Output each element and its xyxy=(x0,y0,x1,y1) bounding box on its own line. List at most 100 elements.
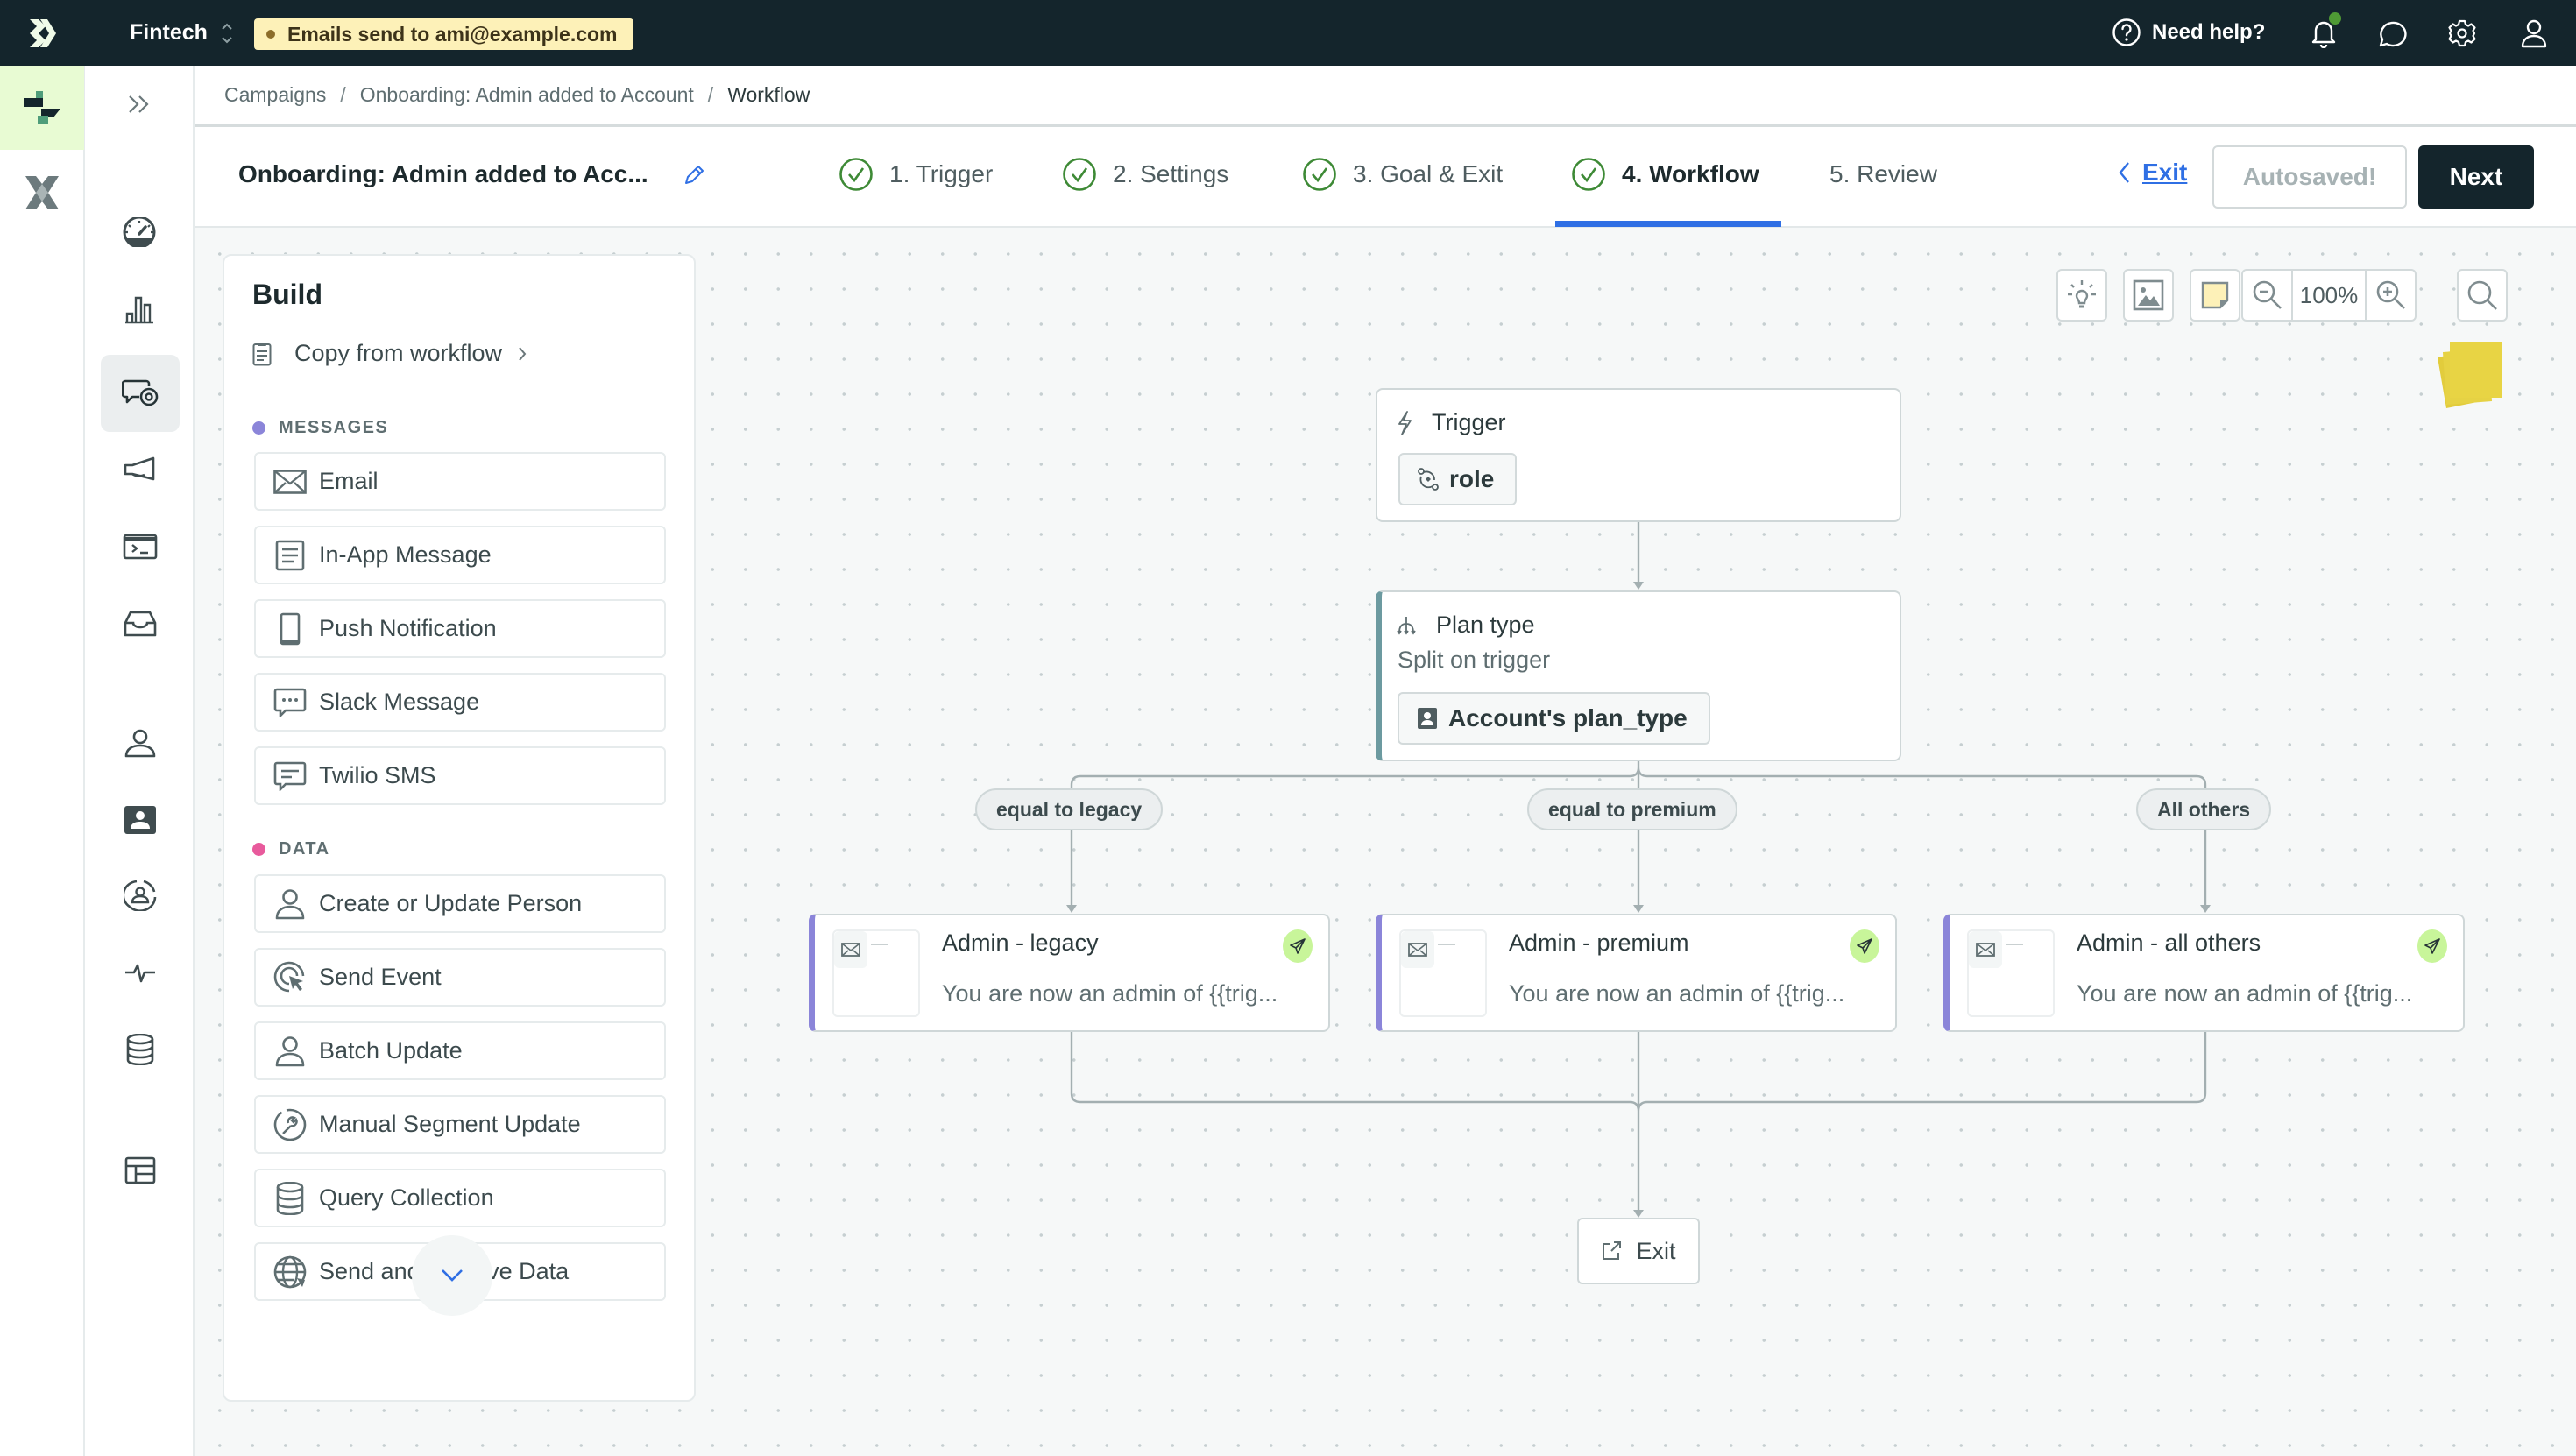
segment-wrench-icon xyxy=(273,1108,307,1141)
breadcrumb: Campaigns / Onboarding: Admin added to A… xyxy=(195,66,2576,127)
nav-expand[interactable] xyxy=(101,66,178,143)
paper-plane-icon xyxy=(1857,938,1872,954)
nav-accounts[interactable] xyxy=(101,781,180,859)
chevron-right-icon xyxy=(519,346,527,361)
help-circle-icon xyxy=(2112,18,2141,46)
tool-send-event[interactable]: Send Event xyxy=(254,948,666,1007)
trigger-node[interactable]: Trigger role xyxy=(1376,388,1901,522)
nav-inbox[interactable] xyxy=(101,585,180,662)
notifications-button[interactable] xyxy=(2306,12,2341,51)
nav-terminal[interactable] xyxy=(101,508,180,585)
step-settings[interactable]: 2. Settings xyxy=(1062,155,1228,194)
message-node-legacy[interactable]: Admin - legacy You are now an admin of {… xyxy=(809,914,1330,1032)
tool-label: Push Notification xyxy=(319,615,497,641)
mobile-phone-icon xyxy=(280,612,301,645)
branch-condition-premium[interactable]: equal to premium xyxy=(1527,788,1737,830)
message-node-premium[interactable]: Admin - premium You are now an admin of … xyxy=(1376,914,1897,1032)
product-other[interactable] xyxy=(0,153,84,232)
step-label: 4. Workflow xyxy=(1622,160,1759,187)
tool-push-notification[interactable]: Push Notification xyxy=(254,599,666,658)
step-workflow[interactable]: 4. Workflow xyxy=(1571,155,1759,194)
search-icon xyxy=(2467,280,2497,310)
step-trigger[interactable]: 1. Trigger xyxy=(839,155,993,194)
edit-pencil-icon[interactable] xyxy=(681,162,707,188)
message-title: Admin - all others xyxy=(2077,929,2261,956)
sticky-notes-icon[interactable] xyxy=(2436,340,2506,410)
nav-campaigns[interactable] xyxy=(101,355,180,432)
add-image-button[interactable] xyxy=(2123,269,2174,322)
message-preview: You are now an admin of {{trig... xyxy=(2077,980,2413,1007)
account-button[interactable] xyxy=(2516,16,2551,51)
tips-button[interactable] xyxy=(2056,269,2107,322)
nav-segments[interactable] xyxy=(101,857,180,934)
tool-twilio-sms[interactable]: Twilio SMS xyxy=(254,746,666,805)
email-notice-badge: Emails send to ami@example.com xyxy=(254,18,633,50)
nav-dashboard[interactable] xyxy=(101,194,178,271)
people-icon xyxy=(124,729,156,758)
tool-create-update-person[interactable]: Create or Update Person xyxy=(254,874,666,933)
branch-condition-legacy[interactable]: equal to legacy xyxy=(975,788,1164,830)
split-header: Plan type xyxy=(1396,611,1535,639)
gear-icon xyxy=(2448,19,2476,47)
branch-condition-all-others[interactable]: All others xyxy=(2136,788,2272,830)
add-note-button[interactable] xyxy=(2190,269,2240,322)
split-node[interactable]: Plan type Split on trigger Account's pla… xyxy=(1376,590,1901,761)
autosaved-button[interactable]: Autosaved! xyxy=(2212,145,2407,209)
breadcrumb-campaign[interactable]: Onboarding: Admin added to Account xyxy=(360,83,694,107)
app-logo-icon[interactable] xyxy=(26,16,61,51)
copy-from-workflow[interactable]: Copy from workflow xyxy=(252,340,549,367)
split-attribute-chip[interactable]: Account's plan_type xyxy=(1398,692,1710,745)
need-help-button[interactable]: Need help? xyxy=(2112,16,2265,49)
product-journeys[interactable] xyxy=(0,66,84,150)
exit-node[interactable]: Exit xyxy=(1577,1218,1700,1284)
nav-broadcasts[interactable] xyxy=(101,431,180,508)
step-goal-exit[interactable]: 3. Goal & Exit xyxy=(1302,155,1503,194)
message-status-badge xyxy=(1283,929,1313,963)
terminal-icon xyxy=(123,534,158,560)
zoom-in-button[interactable] xyxy=(2367,271,2415,320)
section-label: DATA xyxy=(279,839,330,859)
step-label: 2. Settings xyxy=(1113,160,1229,187)
nav-activity[interactable] xyxy=(101,934,180,1011)
tool-label: Email xyxy=(319,468,379,494)
email-preview-thumbnail xyxy=(832,929,920,1017)
product-rail xyxy=(0,66,85,1456)
search-canvas-button[interactable] xyxy=(2457,269,2508,322)
table-icon xyxy=(124,1156,156,1184)
exit-link[interactable]: Exit xyxy=(2118,159,2187,187)
breadcrumb-current: Workflow xyxy=(727,83,810,106)
step-review[interactable]: 5. Review xyxy=(1829,155,1937,194)
workspace-name[interactable]: Fintech xyxy=(130,18,208,47)
split-branch-icon xyxy=(1397,616,1416,635)
sticky-note-icon xyxy=(2201,281,2229,309)
tool-batch-update[interactable]: Batch Update xyxy=(254,1021,666,1080)
campaign-title: Onboarding: Admin added to Acc... xyxy=(238,160,648,187)
trigger-attribute: role xyxy=(1449,465,1495,492)
trigger-attribute-chip[interactable]: role xyxy=(1398,453,1518,505)
settings-button[interactable] xyxy=(2445,16,2480,51)
message-node-all-others[interactable]: Admin - all others You are now an admin … xyxy=(1943,914,2465,1032)
envelope-icon xyxy=(841,943,860,957)
nav-analytics[interactable] xyxy=(101,271,178,348)
chat-dots-icon xyxy=(273,688,307,717)
tool-in-app-message[interactable]: In-App Message xyxy=(254,526,666,584)
tool-email[interactable]: Email xyxy=(254,452,666,511)
nav-people[interactable] xyxy=(101,704,180,781)
tool-manual-segment-update[interactable]: Manual Segment Update xyxy=(254,1095,666,1154)
nav-objects[interactable] xyxy=(101,1132,180,1209)
section-messages: MESSAGES xyxy=(252,418,388,438)
breadcrumb-campaigns[interactable]: Campaigns xyxy=(224,83,326,107)
exit-label: Exit xyxy=(2142,159,2188,186)
nav-data[interactable] xyxy=(101,1011,180,1088)
scroll-down-button[interactable] xyxy=(412,1235,492,1316)
zoom-out-button[interactable] xyxy=(2243,271,2291,320)
workspace-switch-icon[interactable] xyxy=(221,19,233,47)
chevron-down-icon xyxy=(442,1269,463,1282)
attribute-relationship-icon xyxy=(1418,468,1439,491)
account-card-icon xyxy=(1418,708,1437,729)
tool-label: Batch Update xyxy=(319,1037,463,1064)
tool-query-collection[interactable]: Query Collection xyxy=(254,1169,666,1227)
chat-button[interactable] xyxy=(2374,16,2410,51)
next-button[interactable]: Next xyxy=(2418,145,2534,209)
tool-slack-message[interactable]: Slack Message xyxy=(254,673,666,732)
